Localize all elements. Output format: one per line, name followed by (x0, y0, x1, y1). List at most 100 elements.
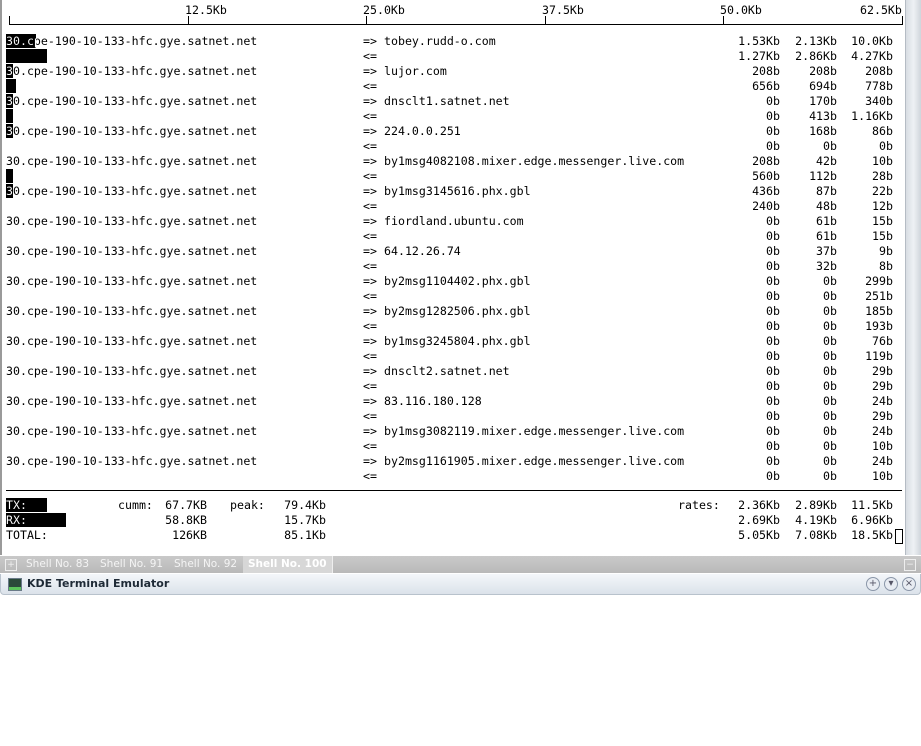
terminal-area[interactable]: 12.5Kb 25.0Kb 37.5Kb 50.0Kb 62.5Kb 30.cpe-19… (0, 0, 921, 555)
maximize-button[interactable]: + (866, 577, 880, 591)
new-tab-button[interactable]: + (5, 559, 17, 571)
close-tab-button[interactable]: − (904, 559, 916, 571)
flow-destination-host: lujor.com (384, 64, 447, 78)
flow-out-rate: 86b (872, 124, 893, 138)
totals-separator (6, 490, 902, 491)
flow-out-rate: 10b (872, 154, 893, 168)
tab-shell-no-83[interactable]: Shell No. 83 (21, 556, 94, 573)
flow-direction-out: => (363, 64, 377, 78)
minimize-button[interactable]: ▾ (884, 577, 898, 591)
flow-in-rate: 778b (865, 79, 893, 93)
window-title: KDE Terminal Emulator (27, 577, 170, 590)
total-cumm: 126KB (172, 528, 207, 542)
flow-direction-out: => (363, 94, 377, 108)
flow-source-host: 30.cpe-190-10-133-hfc.gye.satnet.net (6, 304, 258, 318)
scale-tick-label: 62.5Kb (860, 3, 902, 17)
flow-out-rate: 185b (865, 304, 893, 318)
flow-direction-in: <= (363, 49, 377, 63)
total-rate: 11.5Kb (851, 498, 893, 512)
flow-out-rate: 208b (865, 64, 893, 78)
flow-direction-out: => (363, 334, 377, 348)
flow-out-rate: 436b (752, 184, 780, 198)
tab-shell-no-92[interactable]: Shell No. 92 (169, 556, 242, 573)
flow-in-rate: 0b (823, 439, 837, 453)
flow-in-rate: 0b (823, 289, 837, 303)
flow-out-rate: 0b (823, 364, 837, 378)
scrollbar[interactable] (905, 0, 921, 555)
close-button[interactable]: × (902, 577, 916, 591)
flow-direction-in: <= (363, 379, 377, 393)
flow-out-rate: 340b (865, 94, 893, 108)
flow-destination-host: 83.116.180.128 (384, 394, 482, 408)
flow-out-rate: 42b (816, 154, 837, 168)
flow-direction-out: => (363, 304, 377, 318)
flow-destination-host: by2msg1161905.mixer.edge.messenger.live.… (384, 454, 685, 468)
flow-source-host: 30.cpe-190-10-133-hfc.gye.satnet.net (6, 364, 258, 378)
flow-out-rate: 24b (872, 454, 893, 468)
flow-direction-in: <= (363, 439, 377, 453)
flow-out-rate: 208b (809, 64, 837, 78)
total-peak: 15.7Kb (284, 513, 326, 527)
flow-direction-out: => (363, 184, 377, 198)
flow-out-rate: 208b (752, 154, 780, 168)
flow-source-host: 30.cpe-190-10-133-hfc.gye.satnet.net (6, 34, 258, 48)
flow-direction-out: => (363, 394, 377, 408)
flow-in-rate: 0b (766, 319, 780, 333)
flow-destination-host: fiordland.ubuntu.com (384, 214, 524, 228)
flow-direction-in: <= (363, 349, 377, 363)
flow-out-rate: 0b (823, 454, 837, 468)
tab-shell-no-100[interactable]: Shell No. 100 (243, 556, 333, 573)
tab-shell-no-91[interactable]: Shell No. 91 (95, 556, 168, 573)
flow-out-rate: 0b (766, 454, 780, 468)
flow-out-bar (6, 124, 13, 138)
total-peak: 79.4Kb (284, 498, 326, 512)
flow-source-host: 30.cpe-190-10-133-hfc.gye.satnet.net (6, 274, 258, 288)
flow-in-bar (6, 79, 16, 93)
scale-tick-label: 25.0Kb (363, 3, 405, 17)
flow-direction-out: => (363, 154, 377, 168)
total-rate: 5.05Kb (738, 528, 780, 542)
flow-in-rate: 29b (872, 409, 893, 423)
flow-out-rate: 22b (872, 184, 893, 198)
flow-direction-out: => (363, 34, 377, 48)
flow-direction-out: => (363, 424, 377, 438)
flow-destination-host: dnsclt1.satnet.net (384, 94, 510, 108)
flow-in-rate: 1.27Kb (738, 49, 780, 63)
total-cumm: 67.7KB (165, 498, 207, 512)
flow-in-rate: 10b (872, 469, 893, 483)
flow-out-rate: 10.0Kb (851, 34, 893, 48)
flow-out-rate: 208b (752, 64, 780, 78)
flow-source-host: 30.cpe-190-10-133-hfc.gye.satnet.net (6, 244, 258, 258)
flow-in-rate: 0b (879, 139, 893, 153)
flow-in-rate: 12b (872, 199, 893, 213)
total-tx-bar (6, 498, 47, 512)
flow-destination-host: 64.12.26.74 (384, 244, 461, 258)
total-rate: 2.36Kb (738, 498, 780, 512)
flow-in-rate: 0b (766, 409, 780, 423)
flow-in-rate: 251b (865, 289, 893, 303)
flow-in-rate: 0b (823, 349, 837, 363)
terminal-app-icon (8, 578, 22, 591)
flow-direction-in: <= (363, 319, 377, 333)
flow-out-rate: 0b (823, 424, 837, 438)
flow-in-rate: 8b (879, 259, 893, 273)
flow-direction-in: <= (363, 199, 377, 213)
flow-in-rate: 1.16Kb (851, 109, 893, 123)
flow-in-rate: 560b (752, 169, 780, 183)
flow-out-rate: 0b (766, 334, 780, 348)
flow-source-host: 30.cpe-190-10-133-hfc.gye.satnet.net (6, 334, 258, 348)
scale-tick (902, 16, 903, 25)
flow-in-rate: 0b (823, 379, 837, 393)
flow-in-rate: 656b (752, 79, 780, 93)
flow-direction-out: => (363, 124, 377, 138)
flow-out-rate: 0b (766, 214, 780, 228)
flow-in-rate: 119b (865, 349, 893, 363)
flow-in-rate: 0b (823, 469, 837, 483)
flow-out-rate: 170b (809, 94, 837, 108)
flow-in-rate: 0b (766, 349, 780, 363)
flow-in-rate: 0b (766, 139, 780, 153)
flow-source-host: 30.cpe-190-10-133-hfc.gye.satnet.net (6, 154, 258, 168)
cumm-label: cumm: (118, 498, 153, 512)
flow-out-rate: 0b (823, 334, 837, 348)
flow-out-bar (6, 94, 13, 108)
